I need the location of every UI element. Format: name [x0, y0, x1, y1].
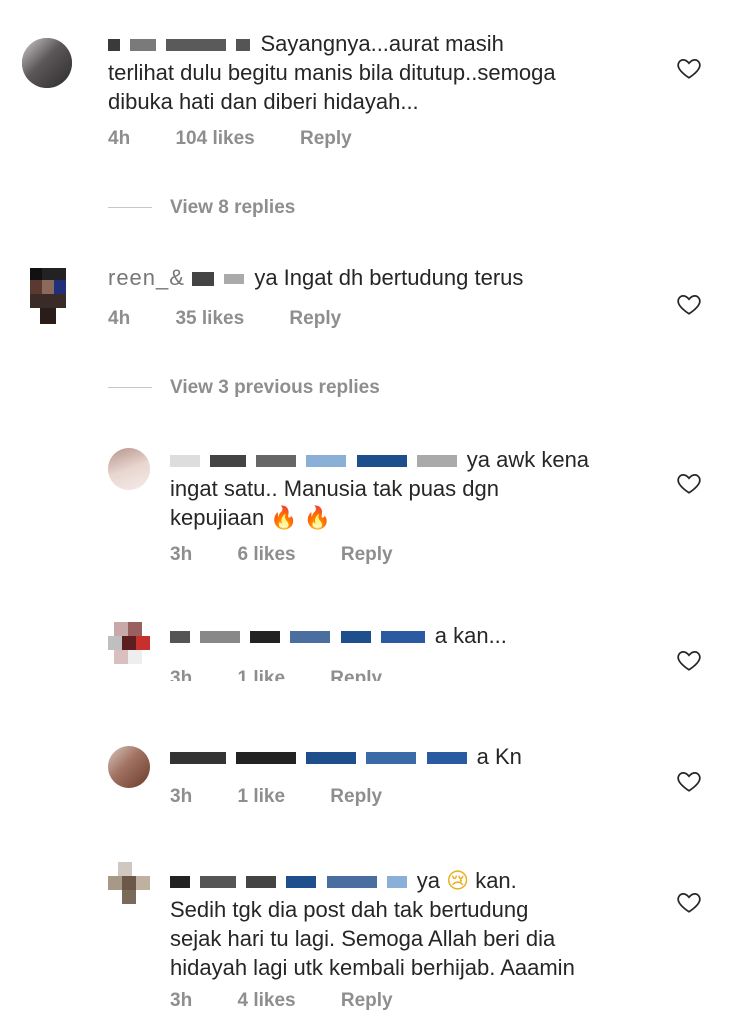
username[interactable]: [108, 31, 261, 56]
reply-button[interactable]: Reply: [341, 544, 393, 565]
reply-line: Sedih tgk dia post dah tak bertudung: [170, 897, 529, 922]
reply-line: sejak hari tu lagi. Semoga Allah beri di…: [170, 926, 556, 951]
timestamp: 3h: [170, 990, 193, 1011]
like-count[interactable]: 4 likes: [237, 990, 295, 1011]
heart-icon[interactable]: [676, 768, 702, 794]
reply-meta: 3h 1 like Reply: [170, 786, 422, 808]
like-count[interactable]: 1 like: [237, 786, 285, 807]
crying-face-emoji: 😢: [446, 868, 470, 893]
username[interactable]: [170, 868, 417, 893]
reply-line: kepujiaan: [170, 505, 265, 530]
divider: [108, 207, 152, 209]
timestamp: 3h: [170, 544, 193, 565]
heart-icon[interactable]: [676, 55, 702, 81]
reply-body: a Kn: [476, 744, 522, 769]
username[interactable]: [170, 744, 477, 769]
divider: [108, 387, 152, 389]
timestamp: 3h: [170, 786, 193, 807]
view-previous-replies-button[interactable]: View 3 previous replies: [108, 377, 380, 399]
reply-line: ingat satu.. Manusia tak puas dgn: [170, 476, 499, 501]
like-count[interactable]: 104 likes: [175, 128, 254, 149]
reply-body: ya awk kena: [466, 447, 590, 472]
heart-icon[interactable]: [676, 889, 702, 915]
reply-body: a kan...: [434, 623, 507, 648]
heart-icon[interactable]: [676, 470, 702, 496]
comment-body: ya Ingat dh bertudung terus: [254, 265, 524, 290]
view-replies-button[interactable]: View 8 replies: [108, 197, 295, 219]
avatar[interactable]: [108, 622, 150, 664]
comment-body: Sayangnya...aurat masih: [260, 31, 504, 56]
reply-text: ya 😢 kan. Sedih tgk dia post dah tak ber…: [170, 866, 640, 982]
reply-button[interactable]: Reply: [300, 128, 352, 149]
view-replies-label: View 3 previous replies: [170, 377, 380, 398]
like-count[interactable]: 35 likes: [175, 308, 244, 329]
reply-meta: 3h 1 like Reply: [170, 665, 422, 681]
heart-icon[interactable]: [676, 647, 702, 673]
avatar[interactable]: [22, 38, 72, 88]
reply-button[interactable]: Reply: [330, 786, 382, 807]
avatar[interactable]: [108, 862, 150, 904]
timestamp: 4h: [108, 128, 131, 149]
reply-button[interactable]: Reply: [289, 308, 341, 329]
reply-button[interactable]: Reply: [341, 990, 393, 1011]
comment-meta: 4h 104 likes Reply: [108, 128, 392, 150]
comment-line: terlihat dulu begitu manis bila ditutup.…: [108, 60, 556, 85]
comment-line: dibuka hati dan diberi hidayah...: [108, 89, 419, 114]
username[interactable]: [170, 623, 435, 648]
comment-text: Sayangnya...aurat masih terlihat dulu be…: [108, 29, 648, 116]
reply-text: a Kn: [170, 742, 640, 771]
timestamp: 3h: [170, 668, 193, 681]
reply-meta: 3h 6 likes Reply: [170, 544, 433, 566]
view-replies-label: View 8 replies: [170, 197, 296, 218]
avatar[interactable]: [108, 448, 150, 490]
avatar[interactable]: [22, 268, 82, 328]
reply-line: hidayah lagi utk kembali berhijab. Aaami…: [170, 955, 575, 980]
fire-emoji: 🔥 🔥: [270, 505, 332, 530]
reply-body: ya: [416, 868, 440, 893]
reply-button[interactable]: Reply: [330, 668, 382, 681]
heart-icon[interactable]: [676, 291, 702, 317]
comment-meta: 4h 35 likes Reply: [108, 308, 381, 330]
reply-body: kan.: [475, 868, 517, 893]
reply-meta: 3h 4 likes Reply: [170, 990, 433, 1012]
username[interactable]: [170, 447, 467, 472]
reply-text: ya awk kena ingat satu.. Manusia tak pua…: [170, 445, 640, 532]
reply-text: a kan...: [170, 621, 640, 650]
username[interactable]: reen_&: [108, 265, 254, 290]
timestamp: 4h: [108, 308, 131, 329]
like-count[interactable]: 6 likes: [237, 544, 295, 565]
like-count[interactable]: 1 like: [237, 668, 285, 681]
avatar[interactable]: [108, 746, 150, 788]
comment-text: reen_& ya Ingat dh bertudung terus: [108, 263, 648, 292]
